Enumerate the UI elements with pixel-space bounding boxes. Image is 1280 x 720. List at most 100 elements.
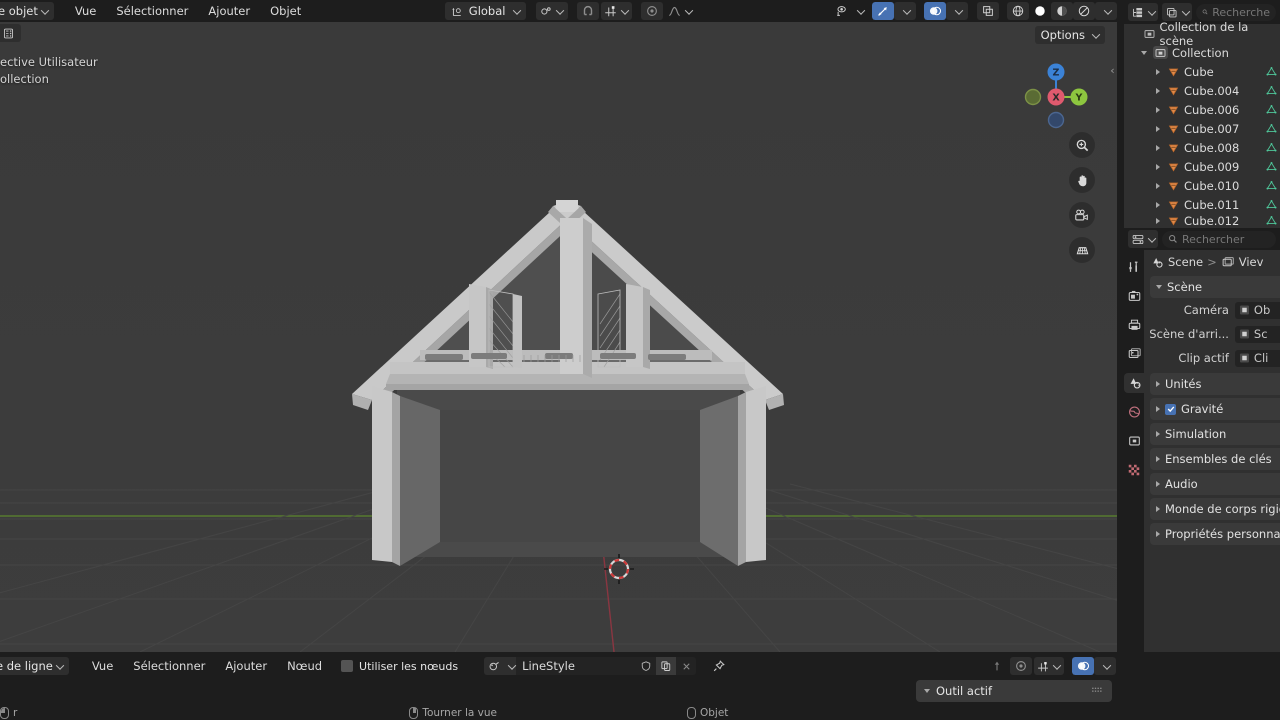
checkbox-box[interactable] bbox=[341, 660, 354, 672]
tab-view-layer[interactable] bbox=[1124, 344, 1144, 364]
proportional-editing-toggle[interactable] bbox=[641, 2, 664, 20]
object-visibility-group[interactable] bbox=[831, 2, 864, 20]
chevron-down-icon[interactable] bbox=[682, 5, 692, 18]
shading-wireframe-icon[interactable] bbox=[1007, 2, 1029, 20]
properties-editor-icon[interactable] bbox=[1128, 230, 1158, 248]
use-nodes-toggle[interactable]: Utiliser les nœuds bbox=[341, 660, 458, 673]
shading-solid-icon[interactable] bbox=[1029, 2, 1051, 20]
xray-toggle[interactable] bbox=[977, 2, 999, 20]
outliner-row-object[interactable]: Cube.007 bbox=[1124, 119, 1280, 138]
panel-section-header[interactable]: Gravité bbox=[1150, 398, 1280, 420]
camera-view-icon[interactable] bbox=[1069, 202, 1095, 228]
property-value-field[interactable]: Ob bbox=[1234, 301, 1280, 319]
outliner-row-scene-collection[interactable]: Collection de la scène bbox=[1124, 20, 1280, 48]
unlink-icon[interactable] bbox=[676, 657, 696, 675]
properties-search-input[interactable]: Rechercher bbox=[1162, 230, 1276, 248]
grip-dots-icon[interactable] bbox=[1092, 686, 1104, 696]
object-visibility-icon[interactable] bbox=[831, 2, 853, 20]
scene-fields[interactable]: Caméra Ob Scène d'arri... Sc Clip actif Cli bbox=[1144, 298, 1280, 370]
tab-texture[interactable] bbox=[1124, 460, 1144, 480]
3d-viewport[interactable]: ective Utilisateur ollection Options ‹ X… bbox=[0, 22, 1117, 652]
mesh-data-icon[interactable] bbox=[1265, 199, 1278, 211]
panel-section-header[interactable]: Propriétés personnali bbox=[1150, 523, 1280, 545]
outliner-row-object[interactable]: Cube.006 bbox=[1124, 100, 1280, 119]
property-value-field[interactable]: Sc bbox=[1234, 325, 1280, 343]
gizmo-group[interactable] bbox=[872, 2, 916, 20]
expand-toggle[interactable] bbox=[1152, 106, 1163, 113]
pivot-point-icon[interactable] bbox=[539, 5, 553, 18]
panel-scene-header[interactable]: Scène bbox=[1150, 276, 1280, 298]
panel-section-header[interactable]: Audio bbox=[1150, 473, 1280, 495]
viewport-options-button[interactable]: Options bbox=[1034, 26, 1105, 44]
shading-material-icon[interactable] bbox=[1051, 2, 1073, 20]
chevron-down-icon[interactable] bbox=[1095, 2, 1117, 20]
shader-menu-selectionner[interactable]: Sélectionner bbox=[124, 657, 214, 675]
panel-section-header[interactable]: Monde de corps rigid bbox=[1150, 498, 1280, 520]
outliner-search-input[interactable]: Recherche bbox=[1196, 3, 1276, 21]
property-row[interactable]: Clip actif Cli bbox=[1144, 346, 1280, 370]
expand-toggle[interactable] bbox=[1152, 144, 1163, 151]
hand-pan-icon[interactable] bbox=[1069, 167, 1095, 193]
mesh-data-icon[interactable] bbox=[1265, 142, 1278, 154]
outliner-row-object[interactable]: Cube.012 bbox=[1124, 214, 1280, 228]
panel-section-header[interactable]: Ensembles de clés bbox=[1150, 448, 1280, 470]
chevron-down-icon[interactable] bbox=[1094, 657, 1116, 675]
gizmo-icon[interactable] bbox=[872, 2, 894, 20]
ortho-persp-icon[interactable] bbox=[1069, 237, 1095, 263]
mesh-data-icon[interactable] bbox=[1265, 123, 1278, 135]
editor-type-selector[interactable] bbox=[0, 24, 21, 42]
shader-menu-ajouter[interactable]: Ajouter bbox=[216, 657, 276, 675]
snap-magnet-toggle[interactable] bbox=[577, 2, 600, 20]
outliner-display-mode-icon[interactable] bbox=[1128, 3, 1158, 21]
viewport-nav-buttons[interactable] bbox=[1069, 132, 1095, 263]
menu-vue[interactable]: Vue bbox=[66, 2, 105, 20]
interaction-mode-selector[interactable]: e objet bbox=[0, 2, 54, 20]
mesh-data-icon[interactable] bbox=[1265, 104, 1278, 116]
chevron-down-icon[interactable] bbox=[504, 657, 517, 675]
fake-user-icon[interactable] bbox=[636, 657, 656, 675]
shader-menu-vue[interactable]: Vue bbox=[83, 657, 122, 675]
chevron-down-icon[interactable] bbox=[553, 5, 563, 18]
overlays-icon[interactable] bbox=[924, 2, 946, 20]
menu-selectionner[interactable]: Sélectionner bbox=[107, 2, 197, 20]
tab-collection[interactable] bbox=[1124, 431, 1144, 451]
expand-toggle[interactable] bbox=[1152, 68, 1163, 75]
property-row[interactable]: Scène d'arri... Sc bbox=[1144, 322, 1280, 346]
tab-tool[interactable] bbox=[1124, 257, 1144, 277]
snapping-group[interactable] bbox=[1034, 657, 1064, 675]
overlays-icon[interactable] bbox=[1072, 657, 1094, 675]
chevron-down-icon[interactable] bbox=[924, 689, 930, 693]
zoom-icon[interactable] bbox=[1069, 132, 1095, 158]
snap-settings-group[interactable] bbox=[601, 2, 633, 20]
snapping-icon[interactable] bbox=[1036, 660, 1050, 673]
outliner-row-object[interactable]: Cube bbox=[1124, 62, 1280, 81]
panel-section-header[interactable]: Simulation bbox=[1150, 423, 1280, 445]
viewport-canvas[interactable] bbox=[0, 22, 1117, 652]
shader-overlays-group[interactable] bbox=[1072, 657, 1116, 675]
expand-toggle[interactable] bbox=[1152, 163, 1163, 170]
chevron-down-icon[interactable] bbox=[854, 5, 864, 18]
shading-modes-group[interactable] bbox=[1007, 2, 1117, 20]
tab-output[interactable] bbox=[1124, 315, 1144, 335]
linestyle-icon[interactable] bbox=[484, 657, 505, 675]
outliner-row-object[interactable]: Cube.009 bbox=[1124, 157, 1280, 176]
outliner-tree[interactable]: Collection de la scène Collection Cube Cu… bbox=[1124, 20, 1280, 228]
outliner-row-object[interactable]: Cube.011 bbox=[1124, 195, 1280, 214]
outliner-row-object[interactable]: Cube.008 bbox=[1124, 138, 1280, 157]
tab-render[interactable] bbox=[1124, 286, 1144, 306]
linestyle-datablock[interactable]: LineStyle bbox=[484, 657, 697, 675]
linestyle-name[interactable]: LineStyle bbox=[516, 659, 636, 673]
mesh-data-icon[interactable] bbox=[1265, 161, 1278, 173]
tab-world[interactable] bbox=[1124, 402, 1144, 422]
mesh-data-icon[interactable] bbox=[1265, 215, 1278, 227]
mesh-data-icon[interactable] bbox=[1265, 66, 1278, 78]
outliner-row-object[interactable]: Cube.004 bbox=[1124, 81, 1280, 100]
active-tool-panel[interactable]: Outil actif bbox=[916, 680, 1112, 702]
menu-ajouter[interactable]: Ajouter bbox=[199, 2, 259, 20]
panel-section-header[interactable]: Unités bbox=[1150, 373, 1280, 395]
outliner-row-collection[interactable]: Collection bbox=[1124, 43, 1280, 62]
sidebar-expand-arrow[interactable]: ‹ bbox=[1108, 59, 1117, 81]
shader-editor-type-selector[interactable]: e de ligne bbox=[0, 657, 69, 675]
new-copy-icon[interactable] bbox=[656, 657, 677, 675]
proportional-editing-icon[interactable] bbox=[1010, 657, 1032, 675]
